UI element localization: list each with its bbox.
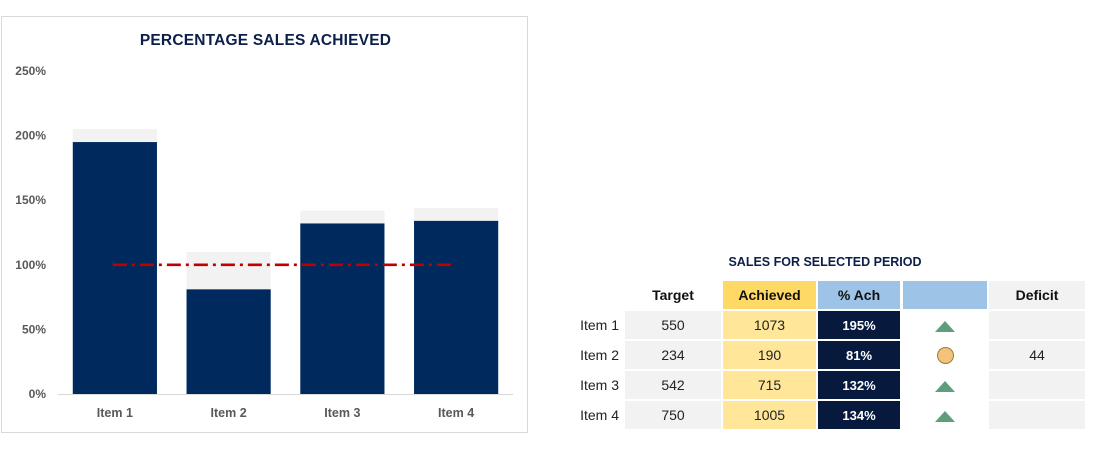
achieved-cell: 1073 (723, 311, 816, 339)
y-tick-label: 50% (22, 322, 46, 336)
y-tick-label: 100% (15, 258, 46, 272)
header-deficit: Deficit (989, 281, 1085, 309)
pct-cell: 195% (818, 311, 900, 339)
target-cell: 550 (625, 311, 721, 339)
up-triangle-icon (935, 410, 955, 422)
pct-cell: 134% (818, 401, 900, 429)
deficit-cell: 44 (989, 341, 1085, 369)
bar (414, 220, 499, 394)
row-label: Item 4 (580, 407, 619, 423)
pct-cell: 132% (818, 371, 900, 399)
y-tick-label: 0% (29, 387, 47, 401)
indicator-cell (903, 311, 987, 339)
circle-icon (936, 346, 954, 364)
x-tick-label: Item 2 (211, 406, 247, 420)
y-tick-label: 150% (15, 193, 46, 207)
indicator-cell (903, 371, 987, 399)
achieved-cell: 190 (723, 341, 816, 369)
achieved-cell: 715 (723, 371, 816, 399)
indicator-cell (903, 341, 987, 369)
row-label: Item 3 (580, 377, 619, 393)
bar (186, 289, 271, 394)
deficit-cell (989, 371, 1085, 399)
indicator-cell (903, 401, 987, 429)
x-tick-label: Item 1 (97, 406, 133, 420)
up-triangle-icon (935, 320, 955, 332)
bar-chart: 0% 50% 100% 150% 200% 250% Item 1 Item 2 Item 3 I… (15, 64, 513, 420)
row-label: Item 1 (580, 317, 619, 333)
row-label: Item 2 (580, 347, 619, 363)
table-title: SALES FOR SELECTED PERIOD (728, 255, 922, 269)
x-tick-label: Item 3 (324, 406, 360, 420)
pct-cell: 81% (818, 341, 900, 369)
header-target: Target (652, 287, 694, 303)
bar (300, 223, 385, 394)
y-tick-label: 200% (15, 129, 46, 143)
bar (72, 142, 157, 394)
header-achieved: Achieved (723, 281, 816, 309)
target-cell: 750 (625, 401, 721, 429)
x-tick-label: Item 4 (438, 406, 474, 420)
header-indicator (903, 281, 987, 309)
deficit-cell (989, 311, 1085, 339)
target-cell: 542 (625, 371, 721, 399)
achieved-cell: 1005 (723, 401, 816, 429)
target-cell: 234 (625, 341, 721, 369)
header-pct-achieved: % Ach (818, 281, 900, 309)
chart-panel: PERCENTAGE SALES ACHIEVED 0% 50% 100% 150% 2… (1, 16, 528, 433)
y-tick-label: 250% (15, 64, 46, 78)
up-triangle-icon (935, 380, 955, 392)
deficit-cell (989, 401, 1085, 429)
